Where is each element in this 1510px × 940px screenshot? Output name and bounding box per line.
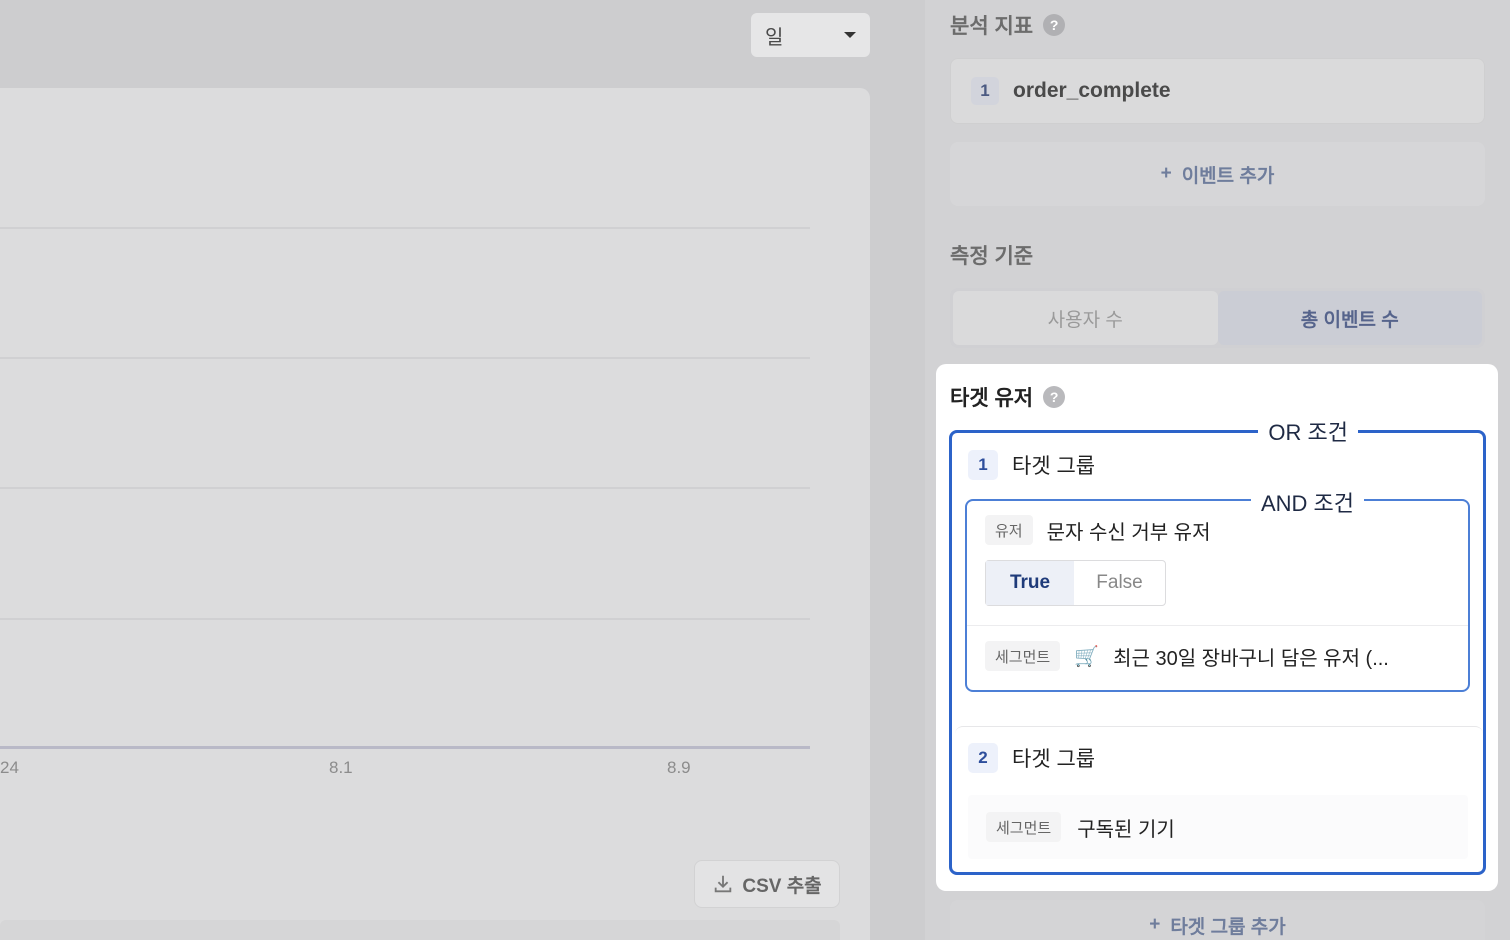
target-group-header: 1 타겟 그룹: [968, 450, 1095, 480]
period-select-value: 일: [765, 26, 784, 49]
add-target-group-label: 타겟 그룹 추가: [1170, 916, 1286, 938]
condition-type-tag: 세그먼트: [986, 812, 1062, 842]
shopping-cart-icon: 🛒: [1074, 645, 1100, 668]
target-group-index: 1: [968, 450, 998, 480]
x-tick-label: 8.9: [667, 758, 691, 777]
measure-section-title: 측정 기준: [950, 240, 1033, 270]
chart-gridline: [0, 227, 810, 229]
target-user-title-text: 타겟 유저: [950, 387, 1034, 410]
condition-row[interactable]: 유저 문자 수신 거부 유저: [985, 515, 1210, 545]
table-header-bar: [0, 920, 840, 940]
target-group-label: 타겟 그룹: [1012, 455, 1096, 478]
add-event-button[interactable]: + 이벤트 추가: [950, 142, 1485, 206]
metric-section-title: 분석 지표 ?: [950, 10, 1066, 40]
add-target-group-button[interactable]: + 타겟 그룹 추가: [950, 900, 1485, 940]
true-false-toggle: True False: [985, 560, 1166, 606]
condition-type-tag: 유저: [985, 515, 1033, 545]
target-group: 2 타겟 그룹 세그먼트 구독된 기기: [955, 726, 1483, 866]
metric-title-text: 분석 지표: [950, 15, 1034, 38]
measure-option-total-events[interactable]: 총 이벤트 수: [1217, 291, 1482, 345]
condition-row[interactable]: 세그먼트 구독된 기기: [968, 795, 1468, 859]
plus-icon: +: [1149, 914, 1161, 935]
condition-text: 최근 30일 장바구니 담은 유저 (...: [1113, 647, 1389, 670]
chart-series-line: [0, 746, 810, 749]
event-item[interactable]: 1 order_complete: [950, 58, 1485, 124]
help-icon[interactable]: ?: [1043, 386, 1066, 408]
target-group-header: 2 타겟 그룹: [968, 743, 1095, 773]
x-tick-label: 24: [0, 758, 19, 777]
toggle-false[interactable]: False: [1074, 561, 1165, 605]
condition-text: 구독된 기기: [1077, 818, 1175, 841]
plus-icon: +: [1160, 163, 1172, 184]
chart-gridline: [0, 357, 810, 359]
target-group-label: 타겟 그룹: [1012, 748, 1096, 771]
measure-option-users[interactable]: 사용자 수: [953, 291, 1218, 345]
condition-text: 문자 수신 거부 유저: [1046, 521, 1211, 544]
help-icon[interactable]: ?: [1043, 14, 1066, 36]
target-user-card: 타겟 유저 ? OR 조건 1 타겟 그룹 AND 조건 유저 문자 수신 거부…: [936, 364, 1498, 891]
csv-export-label: CSV 추출: [742, 875, 822, 897]
measure-toggle: 사용자 수 총 이벤트 수: [950, 288, 1485, 348]
add-event-label: 이벤트 추가: [1181, 165, 1275, 187]
chart-area: 일 24 8.1 8.9 CSV 추출: [0, 0, 925, 940]
condition-divider: [967, 625, 1468, 626]
and-condition-label: AND 조건: [1250, 486, 1364, 518]
and-condition-box: AND 조건 유저 문자 수신 거부 유저 True False 세그먼트 🛒 …: [965, 486, 1470, 692]
target-group-index: 2: [968, 743, 998, 773]
event-index-badge: 1: [971, 77, 999, 105]
csv-export-button[interactable]: CSV 추출: [694, 860, 840, 908]
target-user-title: 타겟 유저 ?: [950, 382, 1066, 412]
chart-gridline: [0, 487, 810, 489]
x-tick-label: 8.1: [329, 758, 353, 777]
measure-title-text: 측정 기준: [950, 245, 1034, 268]
toggle-true[interactable]: True: [986, 561, 1074, 605]
or-condition-label: OR 조건: [1258, 415, 1358, 447]
chart-gridline: [0, 618, 810, 620]
condition-type-tag: 세그먼트: [985, 641, 1061, 671]
event-name: order_complete: [1013, 79, 1171, 102]
chevron-down-icon: [844, 32, 856, 38]
condition-row[interactable]: 세그먼트 🛒 최근 30일 장바구니 담은 유저 (...: [985, 641, 1389, 671]
or-condition-box: OR 조건 1 타겟 그룹 AND 조건 유저 문자 수신 거부 유저 True…: [949, 415, 1486, 875]
chart-card: [0, 88, 870, 940]
period-select[interactable]: 일: [751, 13, 870, 57]
download-icon: [715, 875, 732, 893]
